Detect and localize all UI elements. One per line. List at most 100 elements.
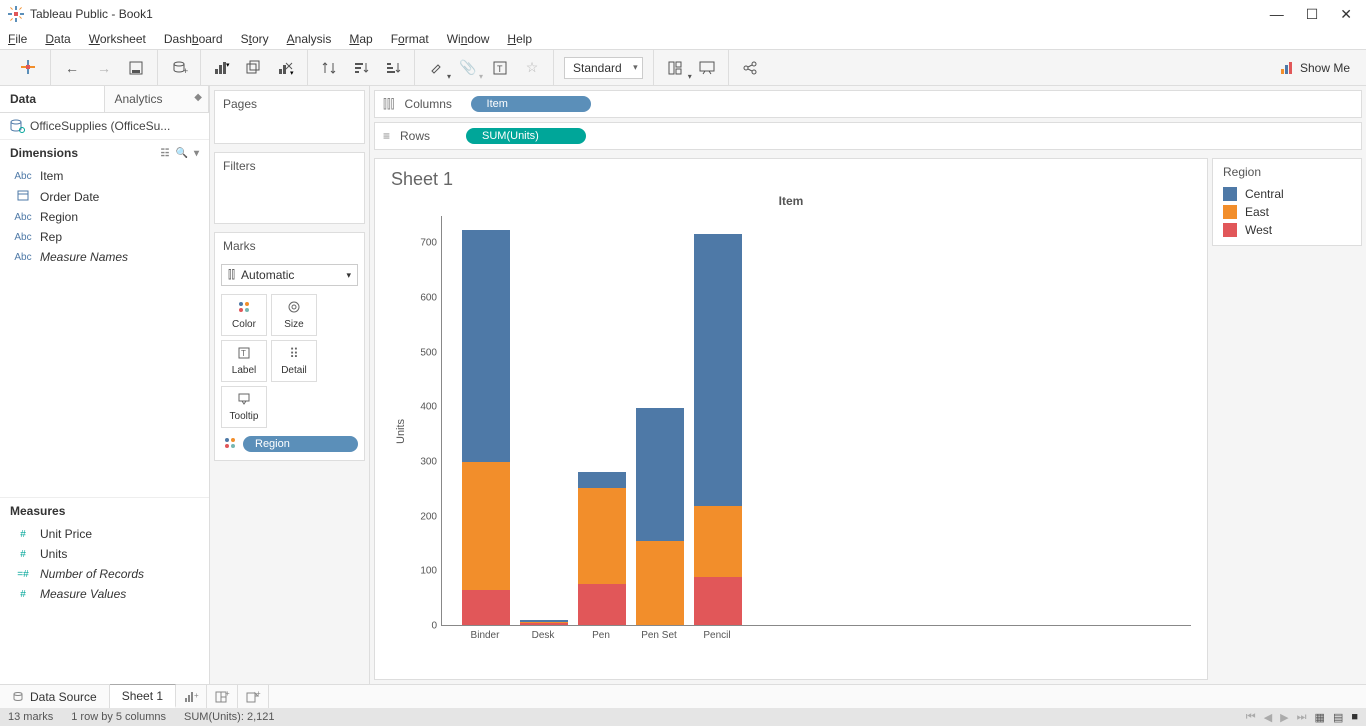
- tab-analytics[interactable]: Analytics◆: [105, 86, 210, 112]
- dimension-field[interactable]: AbcItem: [4, 166, 205, 186]
- legend[interactable]: Region CentralEastWest: [1212, 158, 1362, 246]
- yaxis-label: Units: [391, 216, 407, 646]
- status-sum: SUM(Units): 2,121: [184, 711, 274, 723]
- view-single-icon[interactable]: ■: [1351, 711, 1358, 723]
- svg-text:T: T: [497, 64, 503, 74]
- bar[interactable]: [578, 472, 626, 625]
- bar[interactable]: [462, 230, 510, 625]
- new-dashboard-tab[interactable]: +: [207, 685, 238, 708]
- view-grid-icon[interactable]: ▦: [1315, 711, 1325, 724]
- search-icon[interactable]: 🔍: [176, 148, 188, 159]
- measure-field[interactable]: #Unit Price: [4, 524, 205, 544]
- menu-worksheet[interactable]: Worksheet: [89, 32, 146, 46]
- highlight-button[interactable]: ▾: [425, 57, 447, 79]
- window-minimize-button[interactable]: —: [1270, 6, 1284, 23]
- svg-text:+: +: [256, 689, 261, 698]
- viz-canvas: Sheet 1 Item Units 010020030040050060070…: [374, 158, 1208, 680]
- marks-tooltip-button[interactable]: Tooltip: [221, 386, 267, 428]
- new-worksheet-button[interactable]: ▾: [211, 57, 233, 79]
- view-filmstrip-icon[interactable]: ▤: [1333, 711, 1343, 724]
- redo-button[interactable]: →: [93, 57, 115, 79]
- bar[interactable]: [520, 620, 568, 625]
- filters-shelf[interactable]: Filters: [214, 152, 365, 224]
- show-me-button[interactable]: Show Me: [1280, 61, 1358, 75]
- tab-sheet1[interactable]: Sheet 1: [110, 684, 176, 708]
- menu-help[interactable]: Help: [507, 32, 532, 46]
- legend-item[interactable]: East: [1223, 203, 1351, 221]
- columns-pill-item[interactable]: Item: [471, 96, 591, 112]
- tableau-logo-button[interactable]: [18, 57, 40, 79]
- menu-dashboard[interactable]: Dashboard: [164, 32, 223, 46]
- svg-text:+: +: [225, 689, 230, 698]
- share-button[interactable]: [739, 57, 761, 79]
- sort-desc-button[interactable]: [382, 57, 404, 79]
- tab-data[interactable]: Data: [0, 86, 105, 112]
- nav-next-icon[interactable]: ▶: [1280, 711, 1288, 724]
- legend-item[interactable]: West: [1223, 221, 1351, 239]
- sheet-title[interactable]: Sheet 1: [391, 169, 1191, 190]
- duplicate-button[interactable]: [243, 57, 265, 79]
- marks-color-pill[interactable]: Region: [243, 436, 358, 452]
- analytics-opts-icon[interactable]: ◆: [194, 92, 202, 103]
- datasource-item[interactable]: OfficeSupplies (OfficeSu...: [0, 113, 209, 139]
- new-story-tab[interactable]: +: [238, 685, 269, 708]
- nav-prev-icon[interactable]: ◀: [1264, 711, 1272, 724]
- rows-pill-sum-units[interactable]: SUM(Units): [466, 128, 586, 144]
- chart-title: Item: [391, 194, 1191, 208]
- save-button[interactable]: [125, 57, 147, 79]
- window-close-button[interactable]: ✕: [1340, 6, 1352, 23]
- dim-menu-icon[interactable]: ▾: [194, 148, 199, 159]
- xaxis: BinderDeskPenPen SetPencil: [441, 626, 1191, 646]
- menu-story[interactable]: Story: [241, 32, 269, 46]
- marks-detail-button[interactable]: ⠿Detail: [271, 340, 317, 382]
- view-toggle-icon[interactable]: ☷: [161, 148, 170, 159]
- labels-button[interactable]: T: [489, 57, 511, 79]
- tab-datasource[interactable]: Data Source: [0, 685, 110, 708]
- bar[interactable]: [694, 234, 742, 625]
- menu-file[interactable]: File: [8, 32, 27, 46]
- menu-window[interactable]: Window: [447, 32, 490, 46]
- color-legend-icon: [221, 437, 239, 452]
- menu-format[interactable]: Format: [391, 32, 429, 46]
- yaxis: 0100200300400500600700: [407, 216, 441, 626]
- show-cards-button[interactable]: ▾: [664, 57, 686, 79]
- legend-item[interactable]: Central: [1223, 185, 1351, 203]
- presentation-button[interactable]: [696, 57, 718, 79]
- new-datasource-button[interactable]: +: [168, 57, 190, 79]
- menu-map[interactable]: Map: [349, 32, 372, 46]
- menu-analysis[interactable]: Analysis: [287, 32, 332, 46]
- marks-type-dropdown[interactable]: ⫿⫿Automatic: [221, 264, 358, 286]
- undo-button[interactable]: ←: [61, 57, 83, 79]
- fit-dropdown[interactable]: Standard: [564, 57, 643, 79]
- group-button[interactable]: 📎▾: [457, 57, 479, 79]
- dimension-field[interactable]: AbcRep: [4, 227, 205, 247]
- measure-field[interactable]: #Units: [4, 544, 205, 564]
- dimensions-header: Dimensions ☷🔍▾: [0, 139, 209, 166]
- bar[interactable]: [636, 408, 684, 625]
- columns-shelf[interactable]: ⫿⫿⫿ Columns Item: [374, 90, 1362, 118]
- dimension-field[interactable]: AbcMeasure Names: [4, 247, 205, 267]
- window-maximize-button[interactable]: ☐: [1306, 6, 1319, 23]
- measure-field[interactable]: =#Number of Records: [4, 564, 205, 584]
- dimension-field[interactable]: Order Date: [4, 186, 205, 207]
- measure-field[interactable]: #Measure Values: [4, 584, 205, 604]
- rows-shelf[interactable]: ≡ Rows SUM(Units): [374, 122, 1362, 150]
- pin-button[interactable]: ☆: [521, 57, 543, 79]
- marks-label-button[interactable]: TLabel: [221, 340, 267, 382]
- datasource-tab-icon: [12, 691, 24, 703]
- sort-asc-button[interactable]: [350, 57, 372, 79]
- nav-first-icon[interactable]: ⏮: [1246, 711, 1256, 724]
- pages-shelf[interactable]: Pages: [214, 90, 365, 144]
- marks-color-button[interactable]: Color: [221, 294, 267, 336]
- svg-text:▾: ▾: [290, 70, 294, 77]
- menu-data[interactable]: Data: [45, 32, 70, 46]
- nav-last-icon[interactable]: ⏭: [1297, 711, 1307, 724]
- new-worksheet-tab[interactable]: +: [176, 685, 207, 708]
- data-panel: Data Analytics◆ OfficeSupplies (OfficeSu…: [0, 86, 210, 684]
- clear-button[interactable]: ▾: [275, 57, 297, 79]
- marks-size-button[interactable]: Size: [271, 294, 317, 336]
- svg-text:+: +: [194, 691, 199, 700]
- swap-button[interactable]: [318, 57, 340, 79]
- chart-bars[interactable]: [441, 216, 1191, 626]
- dimension-field[interactable]: AbcRegion: [4, 207, 205, 227]
